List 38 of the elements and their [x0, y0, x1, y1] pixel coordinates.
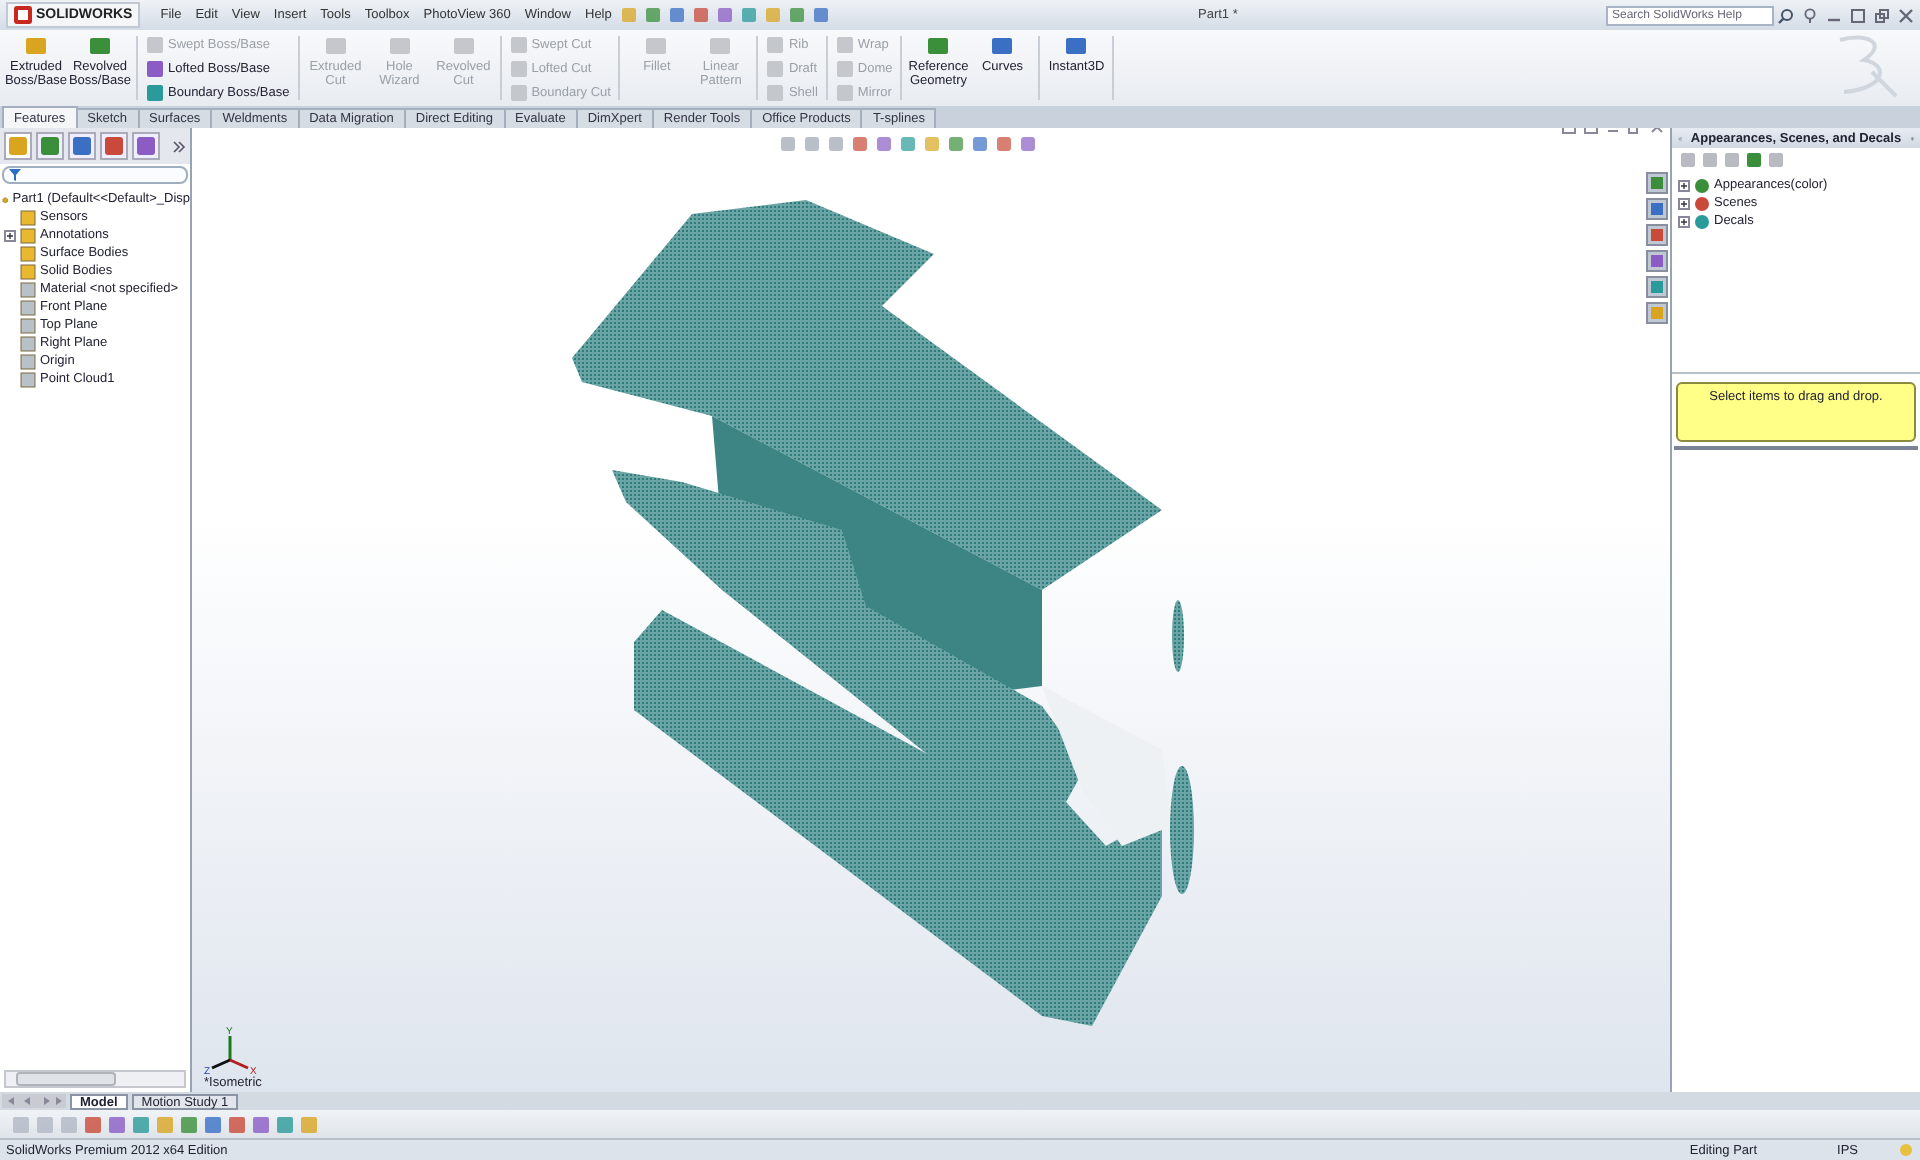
tab-scroll-icon[interactable]: [2, 1094, 66, 1108]
expand-icon[interactable]: [4, 229, 16, 241]
panel-tab-icon[interactable]: [132, 132, 160, 160]
panel-tab-icon[interactable]: [100, 132, 128, 160]
panel-tab-icon[interactable]: [36, 132, 64, 160]
feature-icon: [644, 34, 669, 58]
panel-tab-icon[interactable]: [4, 132, 32, 160]
panel-tab-icon[interactable]: [68, 132, 96, 160]
task-pane-tab-icon[interactable]: [1646, 198, 1668, 220]
feature-icon: [387, 34, 412, 58]
help-icon[interactable]: [1802, 7, 1818, 23]
filter-icon: [8, 168, 22, 182]
feature-icon: [708, 34, 733, 58]
task-pane-tab-icon[interactable]: [1646, 302, 1668, 324]
feature-icon: [88, 34, 112, 58]
horizontal-scrollbar[interactable]: [4, 1070, 186, 1088]
feature-icon: [1064, 34, 1089, 58]
logo-icon: [14, 6, 32, 24]
expand-icon[interactable]: [1678, 215, 1690, 227]
feature-icon: [323, 34, 348, 58]
maximize-icon[interactable]: [1850, 7, 1866, 23]
splitter-handle[interactable]: [1674, 446, 1918, 450]
task-pane-tab-icon[interactable]: [1646, 224, 1668, 246]
feature-icon: [24, 34, 48, 58]
task-pane-tab-icon[interactable]: [1646, 276, 1668, 298]
close-icon[interactable]: [1898, 7, 1914, 23]
expand-icon[interactable]: [172, 139, 186, 153]
feature-icon: [990, 34, 1015, 58]
task-pane-tab-icon[interactable]: [1646, 250, 1668, 272]
task-pane-tab-icon[interactable]: [1646, 172, 1668, 194]
expand-icon[interactable]: [1678, 179, 1690, 191]
filter-field[interactable]: [2, 166, 188, 184]
feature-icon: [926, 34, 951, 58]
feature-icon: [451, 34, 476, 58]
expand-icon[interactable]: [1678, 197, 1690, 209]
restore-icon[interactable]: [1874, 7, 1890, 23]
search-icon: [1778, 7, 1794, 23]
part-icon: [2, 191, 9, 207]
